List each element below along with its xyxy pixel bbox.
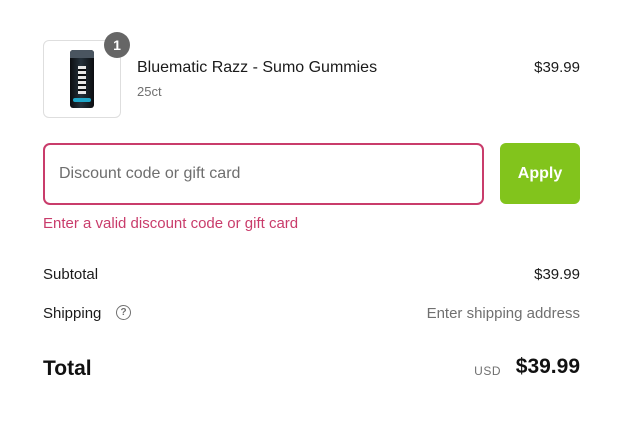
shipping-row: Shipping ? Enter shipping address — [43, 305, 580, 327]
subtotal-label: Subtotal — [43, 266, 99, 283]
currency-code: USD — [474, 364, 501, 378]
quantity-badge: 1 — [104, 32, 130, 58]
cart-line-item: 1 Bluematic Razz - Sumo Gummies 25ct $39… — [43, 32, 580, 118]
discount-error-message: Enter a valid discount code or gift card — [43, 215, 299, 232]
total-label: Total — [43, 357, 92, 380]
product-price: $39.99 — [534, 59, 580, 76]
question-circle-icon[interactable]: ? — [116, 305, 131, 320]
can-label-band — [73, 98, 91, 102]
discount-code-input[interactable] — [43, 143, 484, 205]
total-row: Total USD $39.99 — [43, 355, 580, 385]
shipping-label: Shipping — [43, 305, 102, 322]
order-summary: 1 Bluematic Razz - Sumo Gummies 25ct $39… — [43, 0, 580, 429]
product-name: Bluematic Razz - Sumo Gummies — [137, 59, 378, 76]
apply-discount-button[interactable]: Apply — [500, 143, 580, 204]
product-thumbnail: 1 — [43, 32, 130, 118]
subtotal-value: $39.99 — [534, 266, 580, 283]
subtotal-row: Subtotal $39.99 — [43, 266, 580, 288]
total-amount: $39.99 — [515, 355, 580, 378]
gummies-can-image — [70, 50, 94, 108]
product-variant: 25ct — [137, 84, 162, 99]
shipping-value: Enter shipping address — [426, 305, 580, 322]
